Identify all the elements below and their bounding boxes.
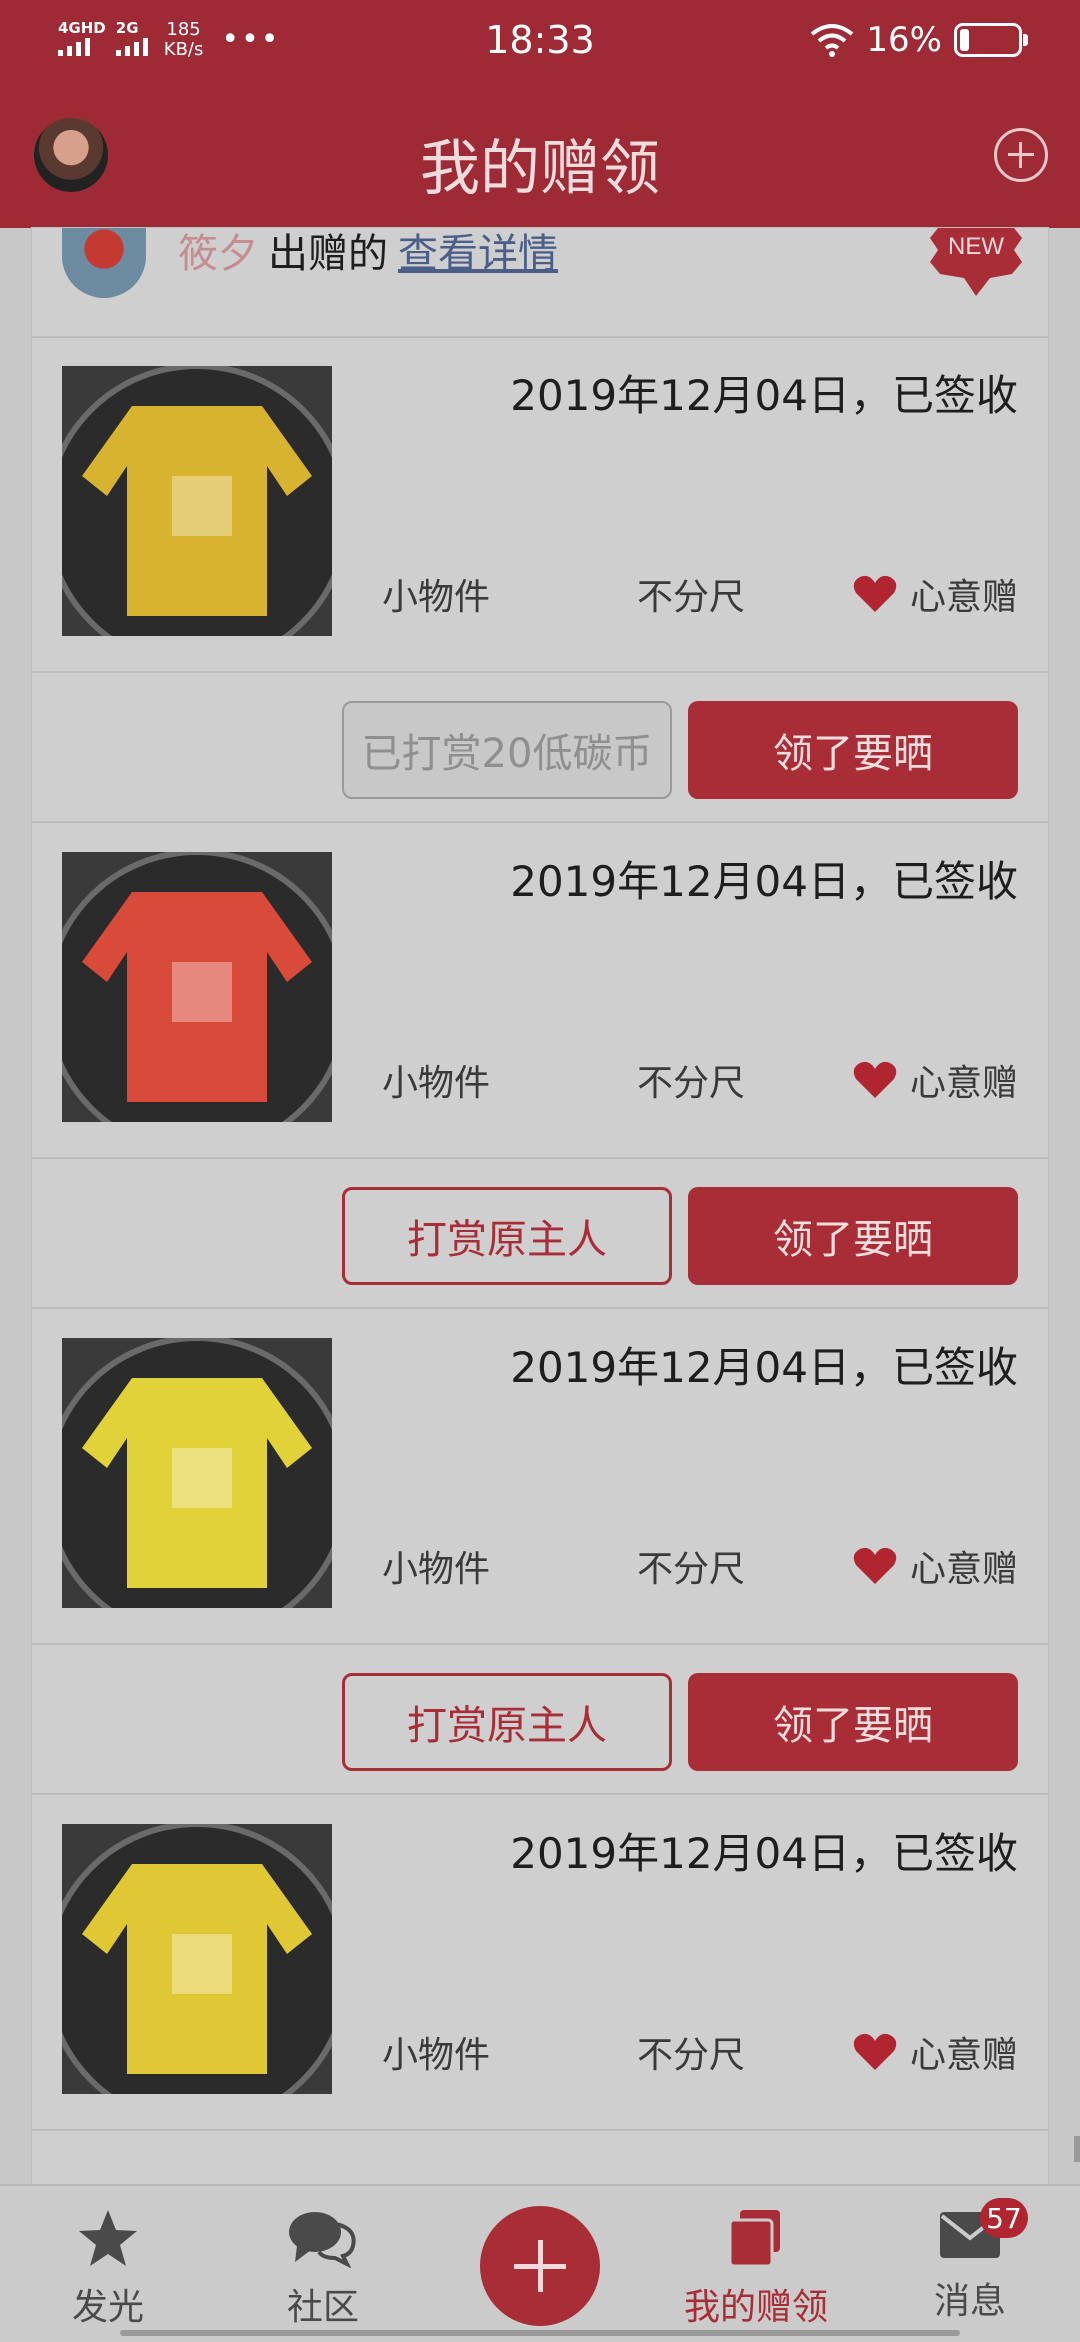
tab-shequ[interactable]: 社区 <box>243 2208 403 2330</box>
item-date-status: 2019年12月04日，已签收 <box>510 1829 1018 1878</box>
item-size: 不分尺 <box>637 577 746 618</box>
item-summary[interactable]: 2019年12月04日，已签收小物件 不分尺 心意赠 <box>32 822 1048 1159</box>
clothing-photo <box>62 366 332 636</box>
item-gift-type: 心意赠 <box>852 2026 1018 2078</box>
new-badge-icon: NEW <box>930 228 1022 296</box>
tab-label: 发光 <box>71 2287 144 2328</box>
tab-label: 消息 <box>933 2281 1006 2322</box>
tab-my-gifts[interactable]: 我的赠领 <box>676 2208 836 2330</box>
tip-owner-button[interactable]: 打赏原主人 <box>342 1187 672 1285</box>
item-photo[interactable] <box>62 1338 332 1608</box>
item-gift-type: 心意赠 <box>852 568 1018 620</box>
gift-item[interactable]: 2019年12月04日，已签收小物件 不分尺 心意赠已打赏20低碳币 领了要晒 <box>32 336 1048 823</box>
status-bar: 4GHD 2G 185 KB/s ••• 18:33 16% <box>0 0 1080 86</box>
heart-icon <box>853 2033 897 2070</box>
message-count-badge: 57 <box>980 2198 1028 2238</box>
tab-faguang[interactable]: 发光 <box>28 2208 188 2330</box>
scroll-indicator <box>1074 2136 1080 2162</box>
item-category: 小物件 <box>382 1063 491 1104</box>
item-photo[interactable] <box>62 1824 332 2094</box>
giver-name[interactable]: 筱夕 <box>178 231 258 277</box>
heart-icon <box>853 575 897 612</box>
gift-type-label: 心意赠 <box>909 1549 1018 1590</box>
item-gift-type: 心意赠 <box>852 1540 1018 1592</box>
item-category: 小物件 <box>382 577 491 618</box>
gift-type-label: 心意赠 <box>909 2035 1018 2076</box>
stack-icon <box>728 2210 780 2268</box>
gift-item[interactable]: 2019年12月04日，已签收小物件 不分尺 心意赠打赏原主人 领了要晒 <box>32 1308 1048 1795</box>
clothing-photo <box>62 1824 332 2094</box>
wifi-icon <box>811 24 854 57</box>
home-indicator <box>120 2330 960 2336</box>
heart-icon <box>853 1547 897 1584</box>
battery-icon <box>954 23 1028 57</box>
item-photo[interactable] <box>62 852 332 1122</box>
view-details-link[interactable]: 查看详情 <box>398 231 558 277</box>
item-size: 不分尺 <box>637 2035 746 2076</box>
giver-avatar[interactable] <box>62 228 146 298</box>
item-actions: 打赏原主人 领了要晒 <box>32 1157 1048 1309</box>
item-category: 小物件 <box>382 1549 491 1590</box>
item-size: 不分尺 <box>637 1549 746 1590</box>
gift-item[interactable]: 2019年12月04日，已签收小物件 不分尺 心意赠打赏原主人 领了要晒 <box>32 822 1048 1309</box>
tipped-status-button: 已打赏20低碳币 <box>342 701 672 799</box>
gift-item[interactable]: 2019年12月04日，已签收小物件 不分尺 心意赠 <box>32 1794 1048 2184</box>
new-badge-text: NEW <box>948 233 1004 260</box>
tab-label: 我的赠领 <box>683 2287 828 2328</box>
tip-owner-button[interactable]: 打赏原主人 <box>342 1673 672 1771</box>
battery-percent: 16% <box>866 20 942 60</box>
item-date-status: 2019年12月04日，已签收 <box>510 1343 1018 1392</box>
page-title: 我的赠领 <box>420 134 660 204</box>
gift-type-label: 心意赠 <box>909 1063 1018 1104</box>
item-actions: 打赏原主人 领了要晒 <box>32 1643 1048 1795</box>
clothing-photo <box>62 852 332 1122</box>
heart-icon <box>853 1061 897 1098</box>
chat-icon <box>289 2212 356 2268</box>
gift-type-label: 心意赠 <box>909 577 1018 618</box>
item-date-status: 2019年12月04日，已签收 <box>510 857 1018 906</box>
item-summary[interactable]: 2019年12月04日，已签收小物件 不分尺 心意赠 <box>32 1308 1048 1645</box>
show-off-button[interactable]: 领了要晒 <box>688 1673 1018 1771</box>
item-photo[interactable] <box>62 366 332 636</box>
add-post-button[interactable] <box>480 2206 600 2326</box>
clothing-photo <box>62 1338 332 1608</box>
app-header: 我的赠领 <box>0 86 1080 228</box>
notice-text: 筱夕 出赠的 查看详情 <box>178 228 558 280</box>
tab-label: 社区 <box>286 2287 359 2328</box>
battery-level <box>960 29 969 51</box>
item-summary[interactable]: 2019年12月04日，已签收小物件 不分尺 心意赠 <box>32 336 1048 673</box>
star-icon <box>79 2210 137 2266</box>
gift-list[interactable]: 筱夕 出赠的 查看详情 NEW 2019年12月04日，已签收 小物件 不分尺 心意赠 已打… <box>32 228 1048 2184</box>
show-off-button[interactable]: 领了要晒 <box>688 701 1018 799</box>
tab-bar: 发光 社区 我的赠领 消息 57 <box>0 2184 1080 2342</box>
show-off-button[interactable]: 领了要晒 <box>688 1187 1018 1285</box>
item-summary[interactable]: 2019年12月04日，已签收小物件 不分尺 心意赠 <box>32 1794 1048 2131</box>
item-gift-type: 心意赠 <box>852 1054 1018 1106</box>
item-date-status: 2019年12月04日，已签收 <box>510 371 1018 420</box>
notice-gave-text: 出赠的 <box>268 231 388 277</box>
item-size: 不分尺 <box>637 1063 746 1104</box>
notice-row: 筱夕 出赠的 查看详情 NEW <box>32 228 1048 338</box>
item-category: 小物件 <box>382 2035 491 2076</box>
add-circle-icon[interactable] <box>994 128 1048 182</box>
item-actions: 已打赏20低碳币 领了要晒 <box>32 671 1048 823</box>
